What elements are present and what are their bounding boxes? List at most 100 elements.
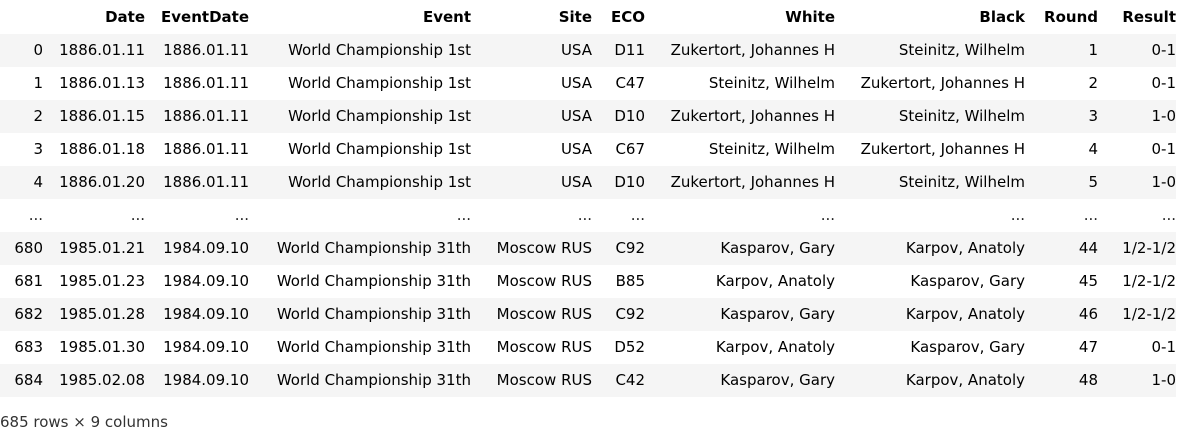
cell-event-date: 1984.09.10 bbox=[163, 338, 249, 356]
row-index: 0 bbox=[33, 41, 43, 59]
cell-white: Zukertort, Johannes H bbox=[670, 107, 835, 125]
cell-eco: C92 bbox=[615, 239, 645, 257]
row-index: 681 bbox=[14, 272, 43, 290]
cell-date: 1985.01.28 bbox=[59, 305, 145, 323]
cell-event: World Championship 1st bbox=[288, 107, 471, 125]
cell-event-date: ... bbox=[234, 206, 249, 224]
cell-date: 1886.01.11 bbox=[59, 41, 145, 59]
table-row: 0 1886.01.11 1886.01.11 World Championship … bbox=[0, 34, 1176, 67]
table-header: Date EventDate Event Site ECO White Black Round… bbox=[0, 0, 1176, 34]
cell-date: 1886.01.20 bbox=[59, 173, 145, 191]
cell-site: USA bbox=[560, 41, 592, 59]
cell-round: 2 bbox=[1088, 74, 1098, 92]
cell-round: 48 bbox=[1078, 371, 1098, 389]
cell-result: 1/2-1/2 bbox=[1122, 272, 1176, 290]
table-row: 1 1886.01.13 1886.01.11 World Championship … bbox=[0, 67, 1176, 100]
cell-black: ... bbox=[1010, 206, 1025, 224]
row-index: 1 bbox=[33, 74, 43, 92]
cell-white: ... bbox=[820, 206, 835, 224]
row-index: ... bbox=[28, 206, 43, 224]
column-header-event-date: EventDate bbox=[161, 8, 249, 26]
column-header-index bbox=[0, 0, 43, 34]
cell-site: ... bbox=[577, 206, 592, 224]
cell-round: 1 bbox=[1088, 41, 1098, 59]
cell-event: World Championship 1st bbox=[288, 41, 471, 59]
column-header-result: Result bbox=[1122, 8, 1176, 26]
cell-event-date: 1984.09.10 bbox=[163, 371, 249, 389]
dataframe-table: Date EventDate Event Site ECO White Black Round… bbox=[0, 0, 1176, 397]
cell-round: 46 bbox=[1078, 305, 1098, 323]
cell-event: World Championship 1st bbox=[288, 74, 471, 92]
row-index: 680 bbox=[14, 239, 43, 257]
table-row: 680 1985.01.21 1984.09.10 World Championshi… bbox=[0, 232, 1176, 265]
row-index: 684 bbox=[14, 371, 43, 389]
ellipsis-row: .............................. bbox=[0, 199, 1176, 232]
cell-event: World Championship 31th bbox=[276, 239, 471, 257]
cell-white: Zukertort, Johannes H bbox=[670, 173, 835, 191]
cell-black: Zukertort, Johannes H bbox=[860, 140, 1025, 158]
cell-round: 47 bbox=[1078, 338, 1098, 356]
row-index: 683 bbox=[14, 338, 43, 356]
cell-round: 5 bbox=[1088, 173, 1098, 191]
column-header-event: Event bbox=[422, 8, 471, 26]
cell-site: USA bbox=[560, 140, 592, 158]
column-header-black: Black bbox=[979, 8, 1025, 26]
cell-black: Zukertort, Johannes H bbox=[860, 74, 1025, 92]
cell-white: Steinitz, Wilhelm bbox=[708, 140, 835, 158]
column-header-date: Date bbox=[105, 8, 145, 26]
row-index: 2 bbox=[33, 107, 43, 125]
cell-date: 1985.02.08 bbox=[59, 371, 145, 389]
cell-eco: D52 bbox=[614, 338, 645, 356]
cell-event-date: 1984.09.10 bbox=[163, 272, 249, 290]
header-row: Date EventDate Event Site ECO White Black Round… bbox=[0, 0, 1176, 34]
cell-eco: D10 bbox=[614, 173, 645, 191]
cell-result: 0-1 bbox=[1151, 41, 1177, 59]
row-column-summary: 685 rows × 9 columns bbox=[0, 413, 168, 431]
cell-result: 1-0 bbox=[1151, 371, 1177, 389]
cell-black: Karpov, Anatoly bbox=[905, 239, 1025, 257]
cell-site: Moscow RUS bbox=[496, 272, 592, 290]
table-row: 4 1886.01.20 1886.01.11 World Championship … bbox=[0, 166, 1176, 199]
cell-event: World Championship 31th bbox=[276, 305, 471, 323]
cell-eco: C47 bbox=[615, 74, 645, 92]
cell-event: World Championship 31th bbox=[276, 371, 471, 389]
cell-black: Steinitz, Wilhelm bbox=[898, 41, 1025, 59]
cell-date: 1886.01.15 bbox=[59, 107, 145, 125]
cell-event-date: 1984.09.10 bbox=[163, 305, 249, 323]
cell-result: 0-1 bbox=[1151, 338, 1177, 356]
cell-event: World Championship 1st bbox=[288, 140, 471, 158]
cell-black: Karpov, Anatoly bbox=[905, 371, 1025, 389]
cell-black: Kasparov, Gary bbox=[910, 338, 1025, 356]
cell-white: Kasparov, Gary bbox=[720, 305, 835, 323]
table-row: 682 1985.01.28 1984.09.10 World Championshi… bbox=[0, 298, 1176, 331]
cell-black: Kasparov, Gary bbox=[910, 272, 1025, 290]
cell-black: Karpov, Anatoly bbox=[905, 305, 1025, 323]
cell-white: Karpov, Anatoly bbox=[715, 272, 835, 290]
cell-eco: C92 bbox=[615, 305, 645, 323]
column-header-white: White bbox=[785, 8, 835, 26]
cell-site: USA bbox=[560, 107, 592, 125]
cell-site: Moscow RUS bbox=[496, 338, 592, 356]
cell-round: 4 bbox=[1088, 140, 1098, 158]
cell-event-date: 1886.01.11 bbox=[163, 41, 249, 59]
cell-eco: C42 bbox=[615, 371, 645, 389]
cell-black: Steinitz, Wilhelm bbox=[898, 173, 1025, 191]
cell-white: Zukertort, Johannes H bbox=[670, 41, 835, 59]
cell-result: 0-1 bbox=[1151, 140, 1177, 158]
cell-eco: ... bbox=[630, 206, 645, 224]
cell-round: ... bbox=[1083, 206, 1098, 224]
cell-event: World Championship 31th bbox=[276, 272, 471, 290]
table-row: 683 1985.01.30 1984.09.10 World Championshi… bbox=[0, 331, 1176, 364]
cell-event-date: 1886.01.11 bbox=[163, 74, 249, 92]
row-index: 682 bbox=[14, 305, 43, 323]
table-body: 0 1886.01.11 1886.01.11 World Championship … bbox=[0, 34, 1176, 397]
dataframe-output: Date EventDate Event Site ECO White Black Round… bbox=[0, 0, 1189, 439]
cell-site: USA bbox=[560, 74, 592, 92]
cell-result: 1-0 bbox=[1151, 173, 1177, 191]
row-index: 3 bbox=[33, 140, 43, 158]
table-row: 684 1985.02.08 1984.09.10 World Championshi… bbox=[0, 364, 1176, 397]
cell-result: 0-1 bbox=[1151, 74, 1177, 92]
cell-event-date: 1886.01.11 bbox=[163, 173, 249, 191]
cell-eco: D11 bbox=[614, 41, 645, 59]
cell-site: USA bbox=[560, 173, 592, 191]
